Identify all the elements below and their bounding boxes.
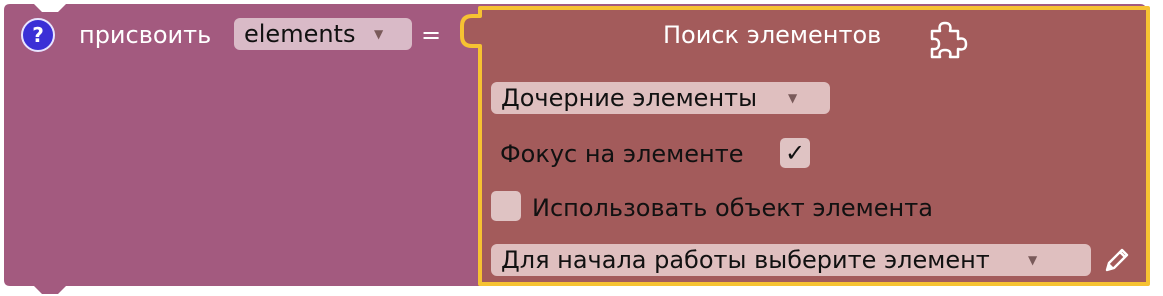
variable-dropdown-value: elements — [244, 20, 356, 48]
search-type-value: Дочерние элементы — [501, 84, 758, 112]
dropdown-arrow-icon: ▼ — [374, 27, 384, 41]
dropdown-arrow-icon: ▼ — [788, 91, 798, 105]
equals-sign: = — [421, 21, 442, 49]
element-dropdown[interactable]: Для начала работы выберите элемент ▼ — [491, 244, 1091, 276]
find-block-title: Поиск элементов — [663, 21, 882, 49]
dropdown-arrow-icon: ▼ — [1028, 253, 1038, 267]
edit-pencil-icon[interactable] — [1101, 244, 1133, 276]
puzzle-icon[interactable] — [926, 17, 970, 61]
use-object-checkbox[interactable] — [491, 191, 521, 221]
focus-label: Фокус на элементе — [500, 140, 744, 168]
search-type-dropdown[interactable]: Дочерние элементы ▼ — [491, 82, 830, 114]
checkmark-icon: ✓ — [784, 139, 806, 167]
assign-label: присвоить — [79, 21, 212, 49]
help-icon[interactable]: ? — [21, 18, 55, 52]
focus-checkbox[interactable]: ✓ — [780, 138, 810, 168]
element-dropdown-value: Для начала работы выберите элемент — [501, 246, 990, 274]
variable-dropdown[interactable]: elements ▼ — [234, 18, 412, 50]
use-object-label: Использовать объект элемента — [532, 194, 933, 222]
